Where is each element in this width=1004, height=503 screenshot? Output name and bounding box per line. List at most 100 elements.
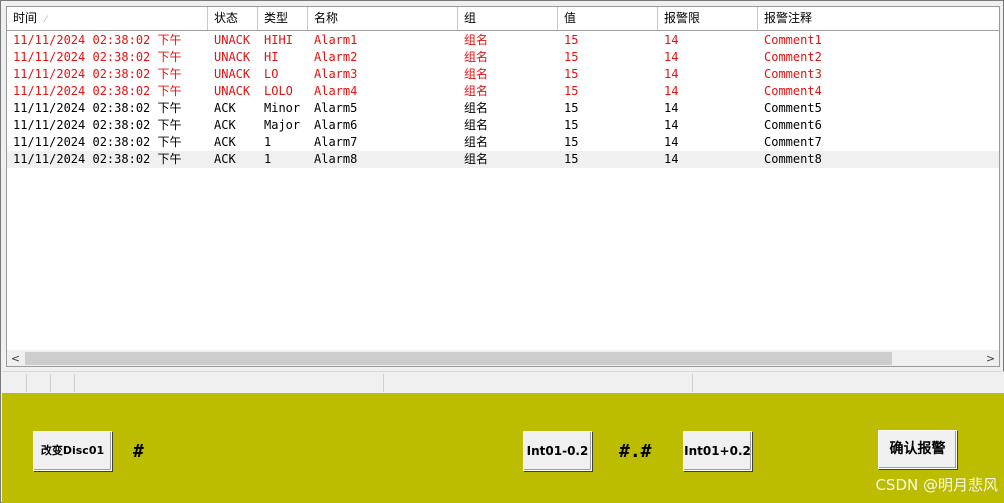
cell-type: 1	[264, 135, 272, 149]
cell-state: UNACK	[214, 67, 251, 81]
cell-type: LO	[264, 67, 279, 81]
cell-type: Minor	[264, 101, 301, 115]
cell-value: 15	[564, 50, 579, 64]
cell-value: 15	[564, 152, 579, 166]
table-row[interactable]: 11/11/2024 02:38:02 下午 UNACK HIHI Alarm1 组名 1…	[7, 32, 999, 49]
cell-time: 11/11/2024 02:38:02 下午	[13, 33, 182, 47]
cell-comment: Comment3	[764, 67, 822, 81]
cell-type: Major	[264, 118, 301, 132]
column-header-label: 报警限	[664, 11, 701, 25]
cell-comment: Comment6	[764, 118, 822, 132]
watermark: CSDN @明月悲风	[875, 476, 998, 494]
acknowledge-alarm-button[interactable]: 确认报警	[878, 430, 957, 469]
column-header-group[interactable]: 组	[458, 7, 558, 30]
alarm-window: 时间 ⁄ 状态 类型 名称 组 值 报警限 报警注释 11/11/2024 02:38:02 下…	[0, 0, 1004, 503]
cell-comment: Comment5	[764, 101, 822, 115]
cell-name: Alarm4	[314, 84, 358, 98]
cell-group: 组名	[464, 135, 489, 149]
grid-header: 时间 ⁄ 状态 类型 名称 组 值 报警限 报警注释	[7, 7, 999, 31]
int01-minus-button[interactable]: Int01-0.2	[523, 431, 592, 471]
cell-value: 15	[564, 84, 579, 98]
table-row[interactable]: 11/11/2024 02:38:02 下午 ACK 1 Alarm7 组名 15 14 Co…	[7, 134, 999, 151]
cell-limit: 14	[664, 50, 679, 64]
cell-name: Alarm1	[314, 33, 358, 47]
cell-limit: 14	[664, 135, 679, 149]
cell-name: Alarm8	[314, 152, 358, 166]
column-header-label: 报警注释	[764, 11, 813, 25]
scroll-right-icon[interactable]: >	[982, 350, 999, 366]
control-panel: 改变Disc01 # Int01-0.2 #.# Int01+0.2 确认报警 …	[2, 393, 1004, 503]
column-header-time[interactable]: 时间 ⁄	[7, 7, 208, 30]
cell-limit: 14	[664, 152, 679, 166]
column-header-label: 组	[464, 11, 477, 25]
cell-comment: Comment8	[764, 152, 822, 166]
cell-state: UNACK	[214, 50, 251, 64]
int01-plus-button[interactable]: Int01+0.2	[683, 431, 752, 471]
cell-name: Alarm7	[314, 135, 358, 149]
cell-state: UNACK	[214, 33, 251, 47]
table-row[interactable]: 11/11/2024 02:38:02 下午 ACK 1 Alarm8 组名 15 14 Co…	[7, 151, 999, 168]
cell-value: 15	[564, 33, 579, 47]
cell-state: UNACK	[214, 84, 251, 98]
cell-value: 15	[564, 67, 579, 81]
scroll-thumb[interactable]	[25, 352, 892, 365]
cell-comment: Comment4	[764, 84, 822, 98]
cell-limit: 14	[664, 67, 679, 81]
sort-indicator-icon: ⁄	[45, 15, 47, 25]
column-header-label: 值	[564, 11, 577, 25]
scroll-left-icon[interactable]: <	[7, 350, 24, 366]
cell-comment: Comment7	[764, 135, 822, 149]
table-row[interactable]: 11/11/2024 02:38:02 下午 UNACK LOLO Alarm4 组名 1…	[7, 83, 999, 100]
cell-state: ACK	[214, 135, 236, 149]
cell-name: Alarm3	[314, 67, 358, 81]
cell-name: Alarm6	[314, 118, 358, 132]
int01-value-display: #.#	[619, 441, 652, 462]
column-header-name[interactable]: 名称	[308, 7, 458, 30]
table-row[interactable]: 11/11/2024 02:38:02 下午 UNACK HI Alarm2 组名 15 1…	[7, 49, 999, 66]
column-header-type[interactable]: 类型	[258, 7, 308, 30]
cell-state: ACK	[214, 152, 236, 166]
column-header-label: 状态	[214, 11, 239, 25]
cell-type: HI	[264, 50, 279, 64]
cell-type: 1	[264, 152, 272, 166]
cell-group: 组名	[464, 118, 489, 132]
cell-value: 15	[564, 101, 579, 115]
table-row[interactable]: 11/11/2024 02:38:02 下午 UNACK LO Alarm3 组名 15 1…	[7, 66, 999, 83]
table-row[interactable]: 11/11/2024 02:38:02 下午 ACK Minor Alarm5 组名 15…	[7, 100, 999, 117]
cell-state: ACK	[214, 101, 236, 115]
column-header-label: 时间	[13, 11, 38, 25]
column-header-label: 类型	[264, 11, 289, 25]
status-pane-divider	[692, 374, 693, 392]
cell-group: 组名	[464, 50, 489, 64]
column-header-limit[interactable]: 报警限	[658, 7, 758, 30]
horizontal-scrollbar[interactable]: < >	[7, 350, 999, 366]
cell-group: 组名	[464, 67, 489, 81]
cell-time: 11/11/2024 02:38:02 下午	[13, 101, 182, 115]
cell-value: 15	[564, 118, 579, 132]
cell-value: 15	[564, 135, 579, 149]
column-header-value[interactable]: 值	[558, 7, 658, 30]
change-disc01-button[interactable]: 改变Disc01	[33, 431, 112, 471]
cell-name: Alarm2	[314, 50, 358, 64]
cell-type: HIHI	[264, 33, 293, 47]
cell-limit: 14	[664, 118, 679, 132]
disc01-value-display: #	[133, 441, 144, 462]
cell-limit: 14	[664, 101, 679, 115]
cell-group: 组名	[464, 84, 489, 98]
cell-group: 组名	[464, 101, 489, 115]
column-header-comment[interactable]: 报警注释	[758, 7, 999, 30]
table-row[interactable]: 11/11/2024 02:38:02 下午 ACK Major Alarm6 组名 15…	[7, 117, 999, 134]
cell-time: 11/11/2024 02:38:02 下午	[13, 152, 182, 166]
status-pane-divider	[26, 374, 27, 392]
cell-time: 11/11/2024 02:38:02 下午	[13, 135, 182, 149]
cell-time: 11/11/2024 02:38:02 下午	[13, 118, 182, 132]
cell-state: ACK	[214, 118, 236, 132]
cell-group: 组名	[464, 33, 489, 47]
cell-comment: Comment1	[764, 33, 822, 47]
status-bar	[2, 371, 1004, 393]
column-header-state[interactable]: 状态	[208, 7, 258, 30]
cell-comment: Comment2	[764, 50, 822, 64]
column-header-label: 名称	[314, 11, 339, 25]
alarm-grid[interactable]: 时间 ⁄ 状态 类型 名称 组 值 报警限 报警注释 11/11/2024 02:38:02 下…	[6, 6, 1000, 367]
cell-time: 11/11/2024 02:38:02 下午	[13, 67, 182, 81]
